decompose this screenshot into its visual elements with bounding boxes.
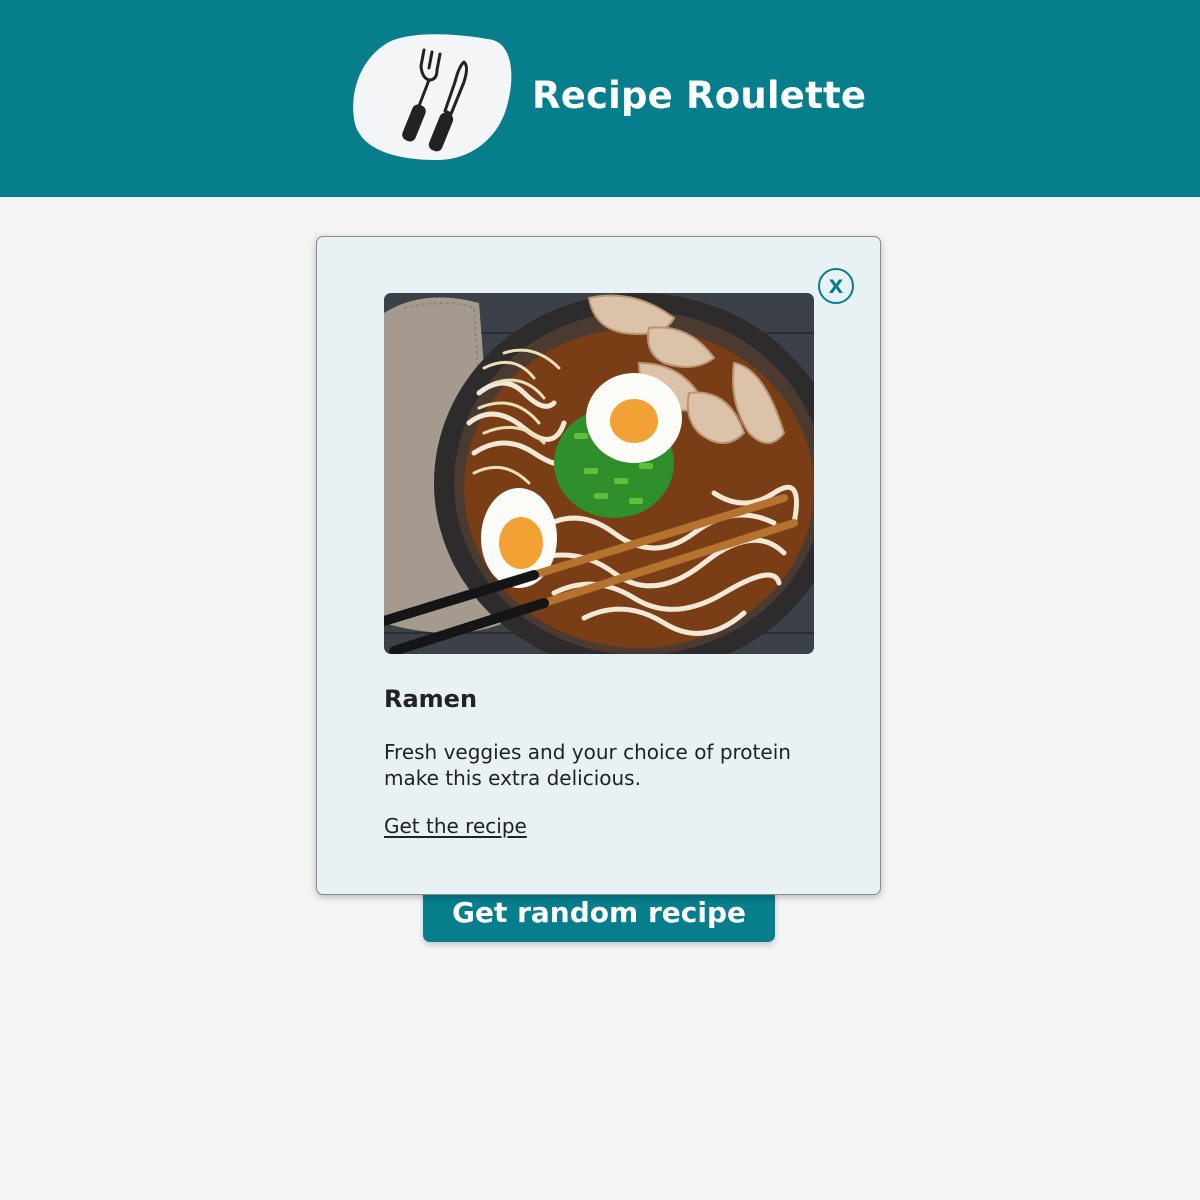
recipe-title: Ramen <box>384 685 478 713</box>
app-header: Recipe Roulette <box>0 0 1200 197</box>
get-recipe-link[interactable]: Get the recipe <box>384 813 527 839</box>
close-button[interactable]: X <box>818 268 854 304</box>
recipe-description: Fresh veggies and your choice of protein… <box>384 740 791 790</box>
app-title: Recipe Roulette <box>532 74 867 117</box>
recipe-modal: X Ramen Fresh veggies and your choice of… <box>316 236 881 895</box>
recipe-image <box>384 293 814 654</box>
fork-and-knife-icon <box>351 32 513 162</box>
